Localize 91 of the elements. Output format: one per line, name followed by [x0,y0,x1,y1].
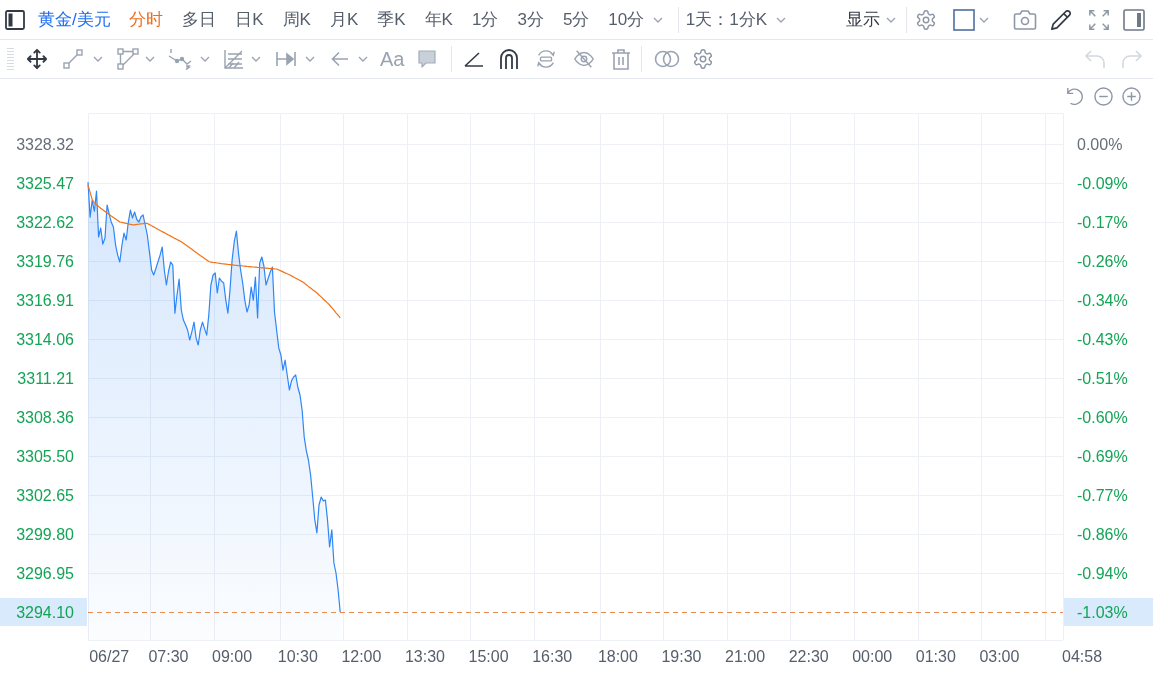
time-axis-label: 04:58 [1062,647,1103,665]
period-tab[interactable]: 季K [367,11,416,28]
panel-toggle-icon[interactable] [5,9,25,30]
magnet-icon[interactable] [499,48,520,70]
percent-axis-label: -0.43% [1077,330,1128,348]
eye-slash-icon[interactable] [573,48,596,70]
period-tab[interactable]: 5分 [553,11,599,28]
period-tab[interactable]: 1分 [462,11,508,28]
time-axis-label: 22:30 [788,647,829,665]
caret-icon[interactable] [305,56,315,62]
zoom-in-icon[interactable] [1122,86,1141,106]
caret-icon[interactable] [200,56,210,62]
symbol-name[interactable]: 黄金/美元 [38,11,111,28]
settings-icon[interactable] [915,8,937,31]
time-axis-label: 10:30 [277,647,318,665]
price-axis-label: 3311.21 [17,369,74,387]
reset-icon[interactable] [1066,87,1084,105]
rings-icon[interactable] [654,50,681,68]
period-tab[interactable]: 月K [320,11,368,28]
time-axis-label: 03:00 [979,647,1020,665]
caret-icon[interactable] [93,56,103,62]
ref-line-label: 3294.10 [16,603,75,621]
fullscreen-icon[interactable] [1088,8,1110,31]
time-axis-label: 00:00 [852,647,893,665]
time-axis-label: 06/27 [89,647,130,665]
panel-right-icon[interactable] [1123,8,1145,31]
sync-icon[interactable] [535,48,558,70]
price-axis-label: 3314.06 [16,330,74,348]
angle-icon[interactable] [464,51,485,67]
time-axis-label: 21:00 [725,647,766,665]
percent-axis-label: 0.00% [1077,135,1123,153]
period-tab[interactable]: 多日 [172,11,226,28]
caret-icon[interactable] [979,16,989,23]
pencil-icon[interactable] [1050,8,1072,31]
percent-axis-label: -0.51% [1077,369,1128,387]
time-axis-label: 07:30 [148,647,189,665]
percent-axis-label: -0.77% [1077,486,1128,504]
square-icon[interactable] [953,8,975,31]
caret-icon[interactable] [145,56,155,62]
period-tab[interactable]: 10分 [598,11,673,28]
time-axis-label: 09:00 [212,647,253,665]
time-axis-label: 01:30 [915,647,956,665]
price-axis-label: 3305.50 [16,447,74,465]
caret-icon[interactable] [776,16,787,23]
period-tab[interactable]: 年K [415,11,463,28]
line-tool-icon[interactable] [63,49,83,69]
price-axis-label: 3316.91 [16,291,74,309]
comment-icon[interactable] [417,49,438,69]
caret-icon[interactable] [251,56,261,62]
time-axis-label: 18:00 [597,647,638,665]
price-axis-label: 3328.32 [16,135,74,153]
time-axis-label: 16:30 [532,647,573,665]
zigzag-tool-icon[interactable] [168,48,192,70]
percent-axis-label: -0.94% [1077,564,1128,582]
polygon-tool-icon[interactable] [117,48,139,70]
arrow-left-icon[interactable] [331,50,349,68]
drag-handle-icon[interactable] [7,47,14,71]
price-axis-label: 3299.80 [16,525,74,543]
caret-icon[interactable] [886,16,896,23]
settings-icon[interactable] [692,48,715,70]
caret-icon[interactable] [653,16,664,23]
percent-axis-label: -0.34% [1077,291,1128,309]
time-axis-label: 13:30 [405,647,445,665]
percent-axis-label: -0.69% [1077,447,1128,465]
period-tab[interactable]: 周K [273,11,321,28]
move-icon[interactable] [26,48,48,70]
percent-axis-label: -0.09% [1077,174,1128,192]
price-axis-label: 3319.76 [16,252,74,270]
trash-icon[interactable] [611,48,632,70]
price-axis-label: 3325.47 [16,174,74,192]
percent-axis-label: -0.17% [1077,213,1128,231]
zoom-out-icon[interactable] [1094,86,1113,106]
price-axis-label: 3308.36 [16,408,74,426]
time-axis-label: 15:00 [468,647,509,665]
price-axis-label: 3296.95 [16,564,74,582]
last-percent-label: -1.03% [1064,598,1153,626]
percent-axis-label: -0.60% [1077,408,1128,426]
price-axis-label: 3322.62 [16,213,74,231]
percent-axis-label: -0.86% [1077,525,1128,543]
percent-axis-label: -0.26% [1077,252,1128,270]
camera-icon[interactable] [1013,8,1037,31]
chart-grid-icon[interactable] [223,48,245,70]
period-tab[interactable]: 3分 [507,11,554,28]
time-axis-label: 12:00 [341,647,382,665]
last-price-label: 3294.10 [0,598,87,626]
period-tab[interactable]: 日K [225,11,274,28]
interval-dropdown[interactable]: 1天：1分K [685,11,787,28]
time-axis-label: 19:30 [661,647,702,665]
caret-icon[interactable] [358,56,368,62]
display-dropdown[interactable]: 显示 [846,11,896,28]
price-axis-label: 3302.65 [16,486,74,504]
